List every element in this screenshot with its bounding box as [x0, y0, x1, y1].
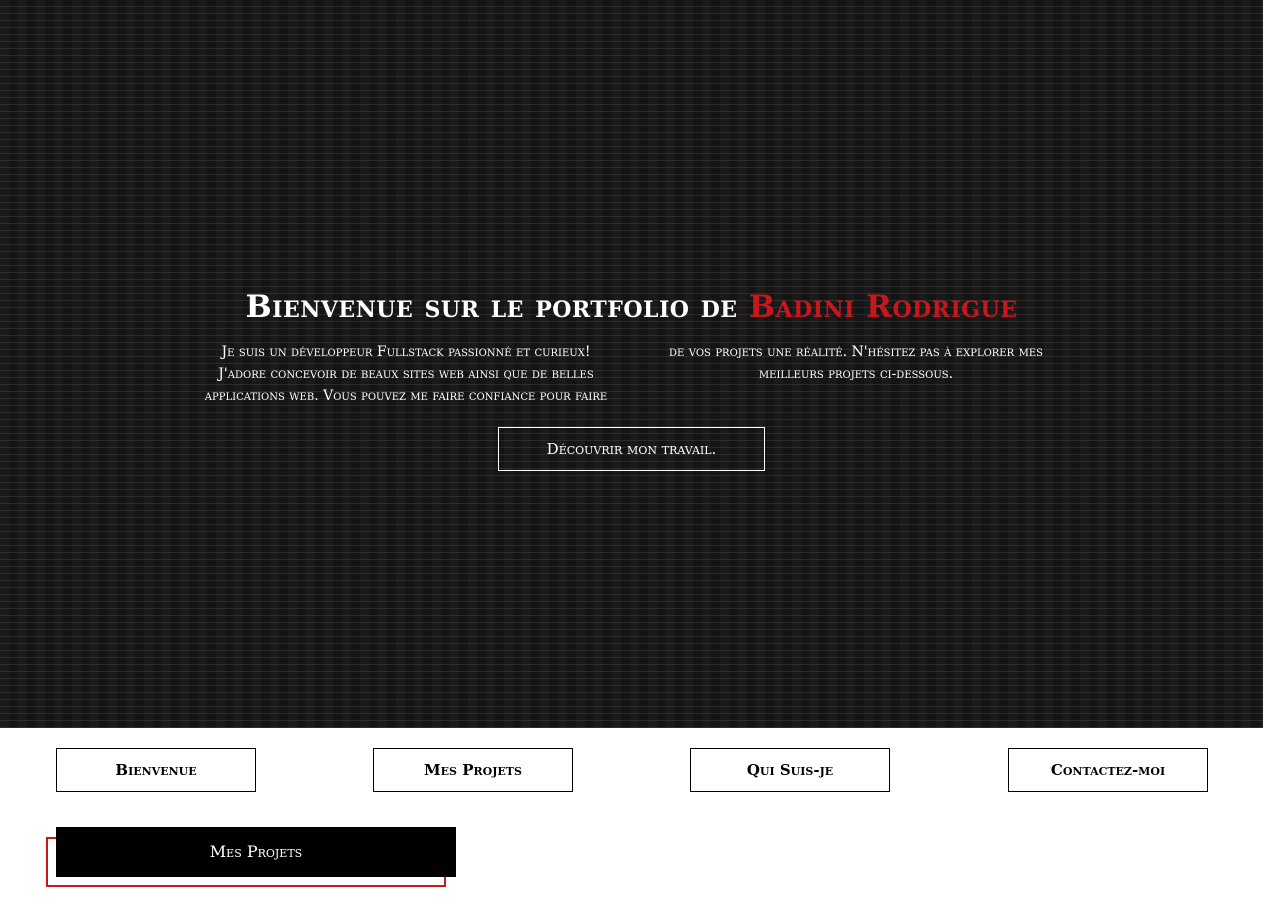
hero-intro-text: Je suis un développeur Fullstack passion…: [204, 344, 1043, 404]
discover-work-button[interactable]: Découvrir mon travail.: [498, 427, 765, 471]
nav-item-contactez-moi[interactable]: Contactez-moi: [1008, 748, 1208, 792]
nav-item-bienvenue[interactable]: Bienvenue: [56, 748, 256, 792]
nav-item-qui-suis-je[interactable]: Qui Suis-je: [690, 748, 890, 792]
hero-title: Bienvenue sur le portfolio de Badini Rod…: [0, 289, 1263, 325]
hero-title-prefix: Bienvenue sur le portfolio de: [245, 288, 749, 325]
projects-section-title: Mes Projets: [56, 827, 456, 877]
nav-item-mes-projets[interactable]: Mes Projets: [373, 748, 573, 792]
hero-title-name: Badini Rodrigue: [748, 288, 1018, 325]
hero-section: Bienvenue sur le portfolio de Badini Rod…: [0, 0, 1263, 728]
